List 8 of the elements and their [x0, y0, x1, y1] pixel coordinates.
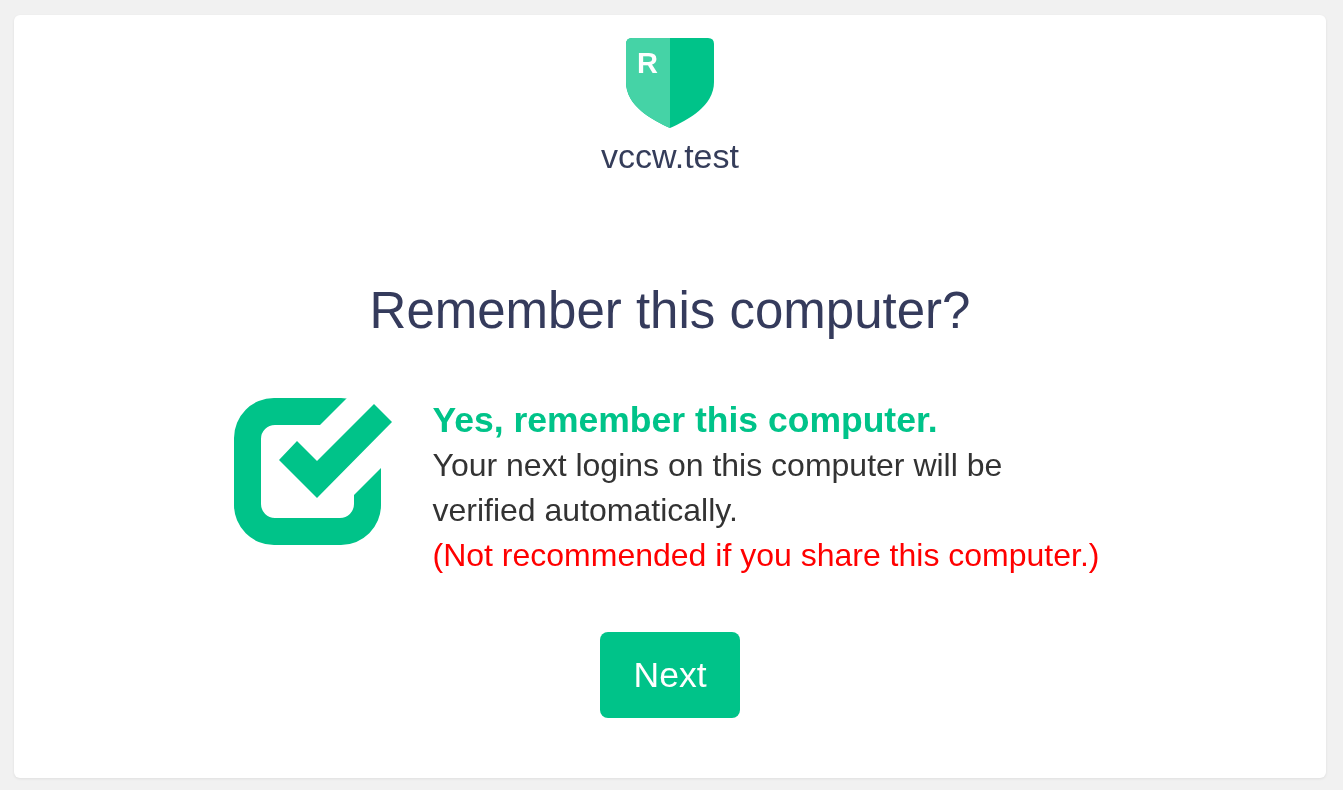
next-button[interactable]: Next [600, 632, 740, 718]
shield-logo: R [626, 38, 714, 128]
checkbox-icon[interactable] [232, 398, 393, 545]
option-description: Your next logins on this computer will be verified automatically. [432, 446, 1004, 530]
site-name: vccw.test [601, 136, 739, 177]
page-heading: Remember this computer? [369, 281, 971, 341]
option-title: Yes, remember this computer. [432, 399, 939, 442]
option-warning: (Not recommended if you share this computer.) [432, 536, 1101, 575]
